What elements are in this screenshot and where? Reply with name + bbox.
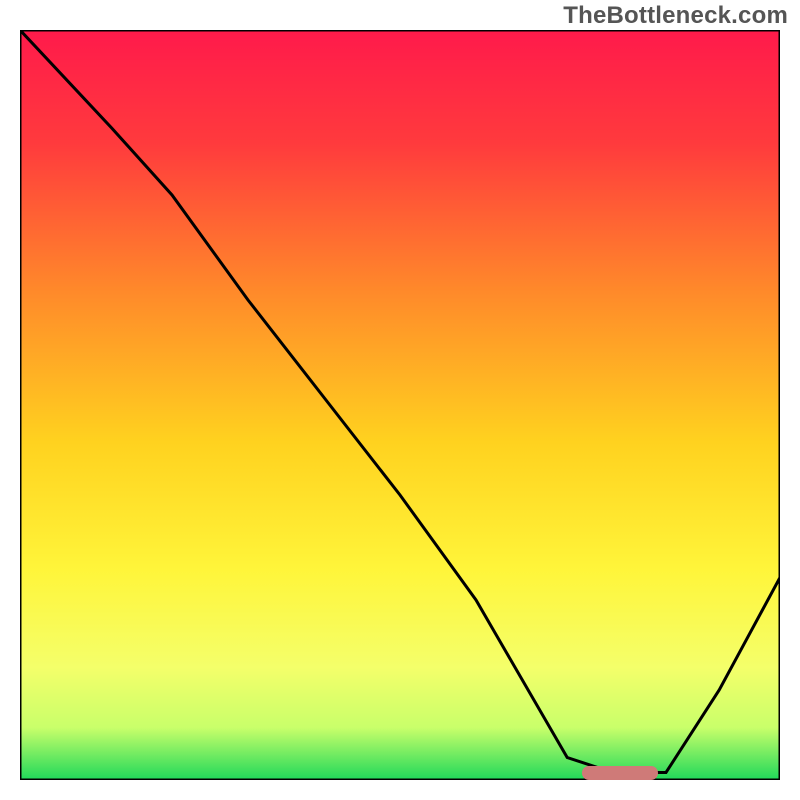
- chart-container: TheBottleneck.com: [0, 0, 800, 800]
- chart-svg: [20, 30, 780, 780]
- chart-background: [20, 30, 780, 780]
- optimal-marker: [582, 766, 658, 780]
- watermark-label: TheBottleneck.com: [563, 2, 788, 30]
- plot-area: [20, 30, 780, 780]
